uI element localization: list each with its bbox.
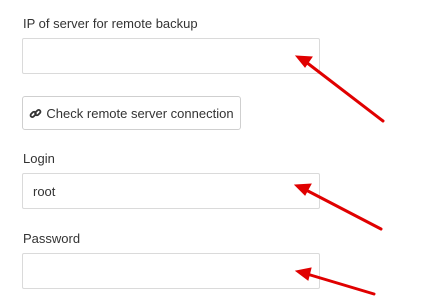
- check-connection-button[interactable]: Check remote server connection: [22, 96, 241, 130]
- server-ip-input[interactable]: [22, 38, 320, 74]
- password-input[interactable]: [22, 253, 320, 289]
- login-input[interactable]: [22, 173, 320, 209]
- password-label: Password: [23, 231, 81, 246]
- server-ip-label: IP of server for remote backup: [23, 16, 198, 31]
- link-icon: [29, 107, 42, 120]
- login-label: Login: [23, 151, 55, 166]
- check-connection-button-label: Check remote server connection: [46, 105, 234, 121]
